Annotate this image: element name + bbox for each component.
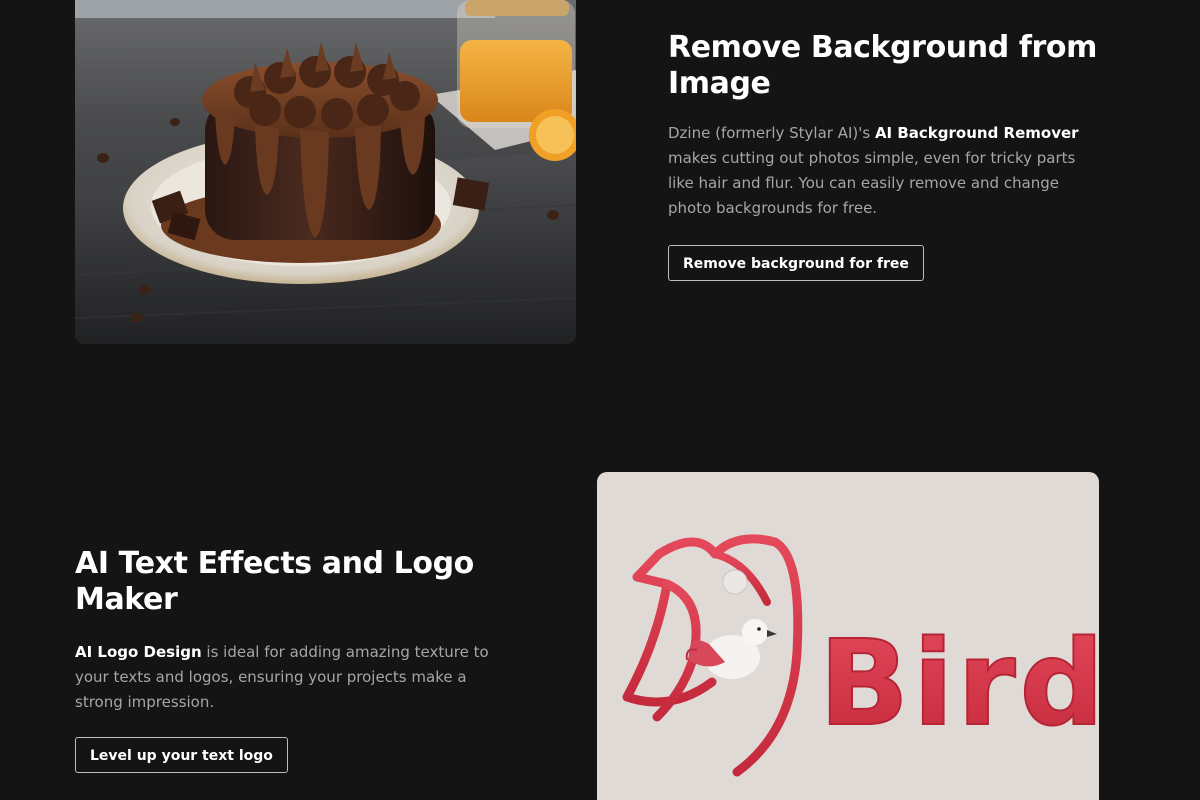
section-title: Remove Background from Image (668, 30, 1097, 101)
description-prefix: Dzine (formerly Stylar AI)'s (668, 124, 875, 142)
background-remover-section: Remove Background from Image Dzine (form… (668, 30, 1098, 281)
section-description: AI Logo Design is ideal for adding amazi… (75, 640, 515, 715)
section-title: AI Text Effects and Logo Maker (75, 546, 474, 617)
bird-logo-card: Bird (597, 472, 1099, 800)
cake-photo (75, 0, 576, 344)
remove-background-button[interactable]: Remove background for free (668, 245, 924, 281)
description-suffix: makes cutting out photos simple, even fo… (668, 149, 1076, 217)
text-logo-button[interactable]: Level up your text logo (75, 737, 288, 773)
chocolate-cake-image (75, 0, 576, 344)
bird-logo-illustration: Bird (622, 534, 1099, 777)
text-effects-section: AI Text Effects and Logo Maker AI Logo D… (75, 546, 515, 773)
logo-text: Bird (819, 614, 1099, 752)
description-highlight: AI Background Remover (874, 124, 1079, 142)
description-highlight: AI Logo Design (75, 643, 202, 661)
page: Remove Background from Image Dzine (form… (0, 0, 1200, 800)
section-description: Dzine (formerly Stylar AI)'s AI Backgrou… (668, 121, 1098, 221)
